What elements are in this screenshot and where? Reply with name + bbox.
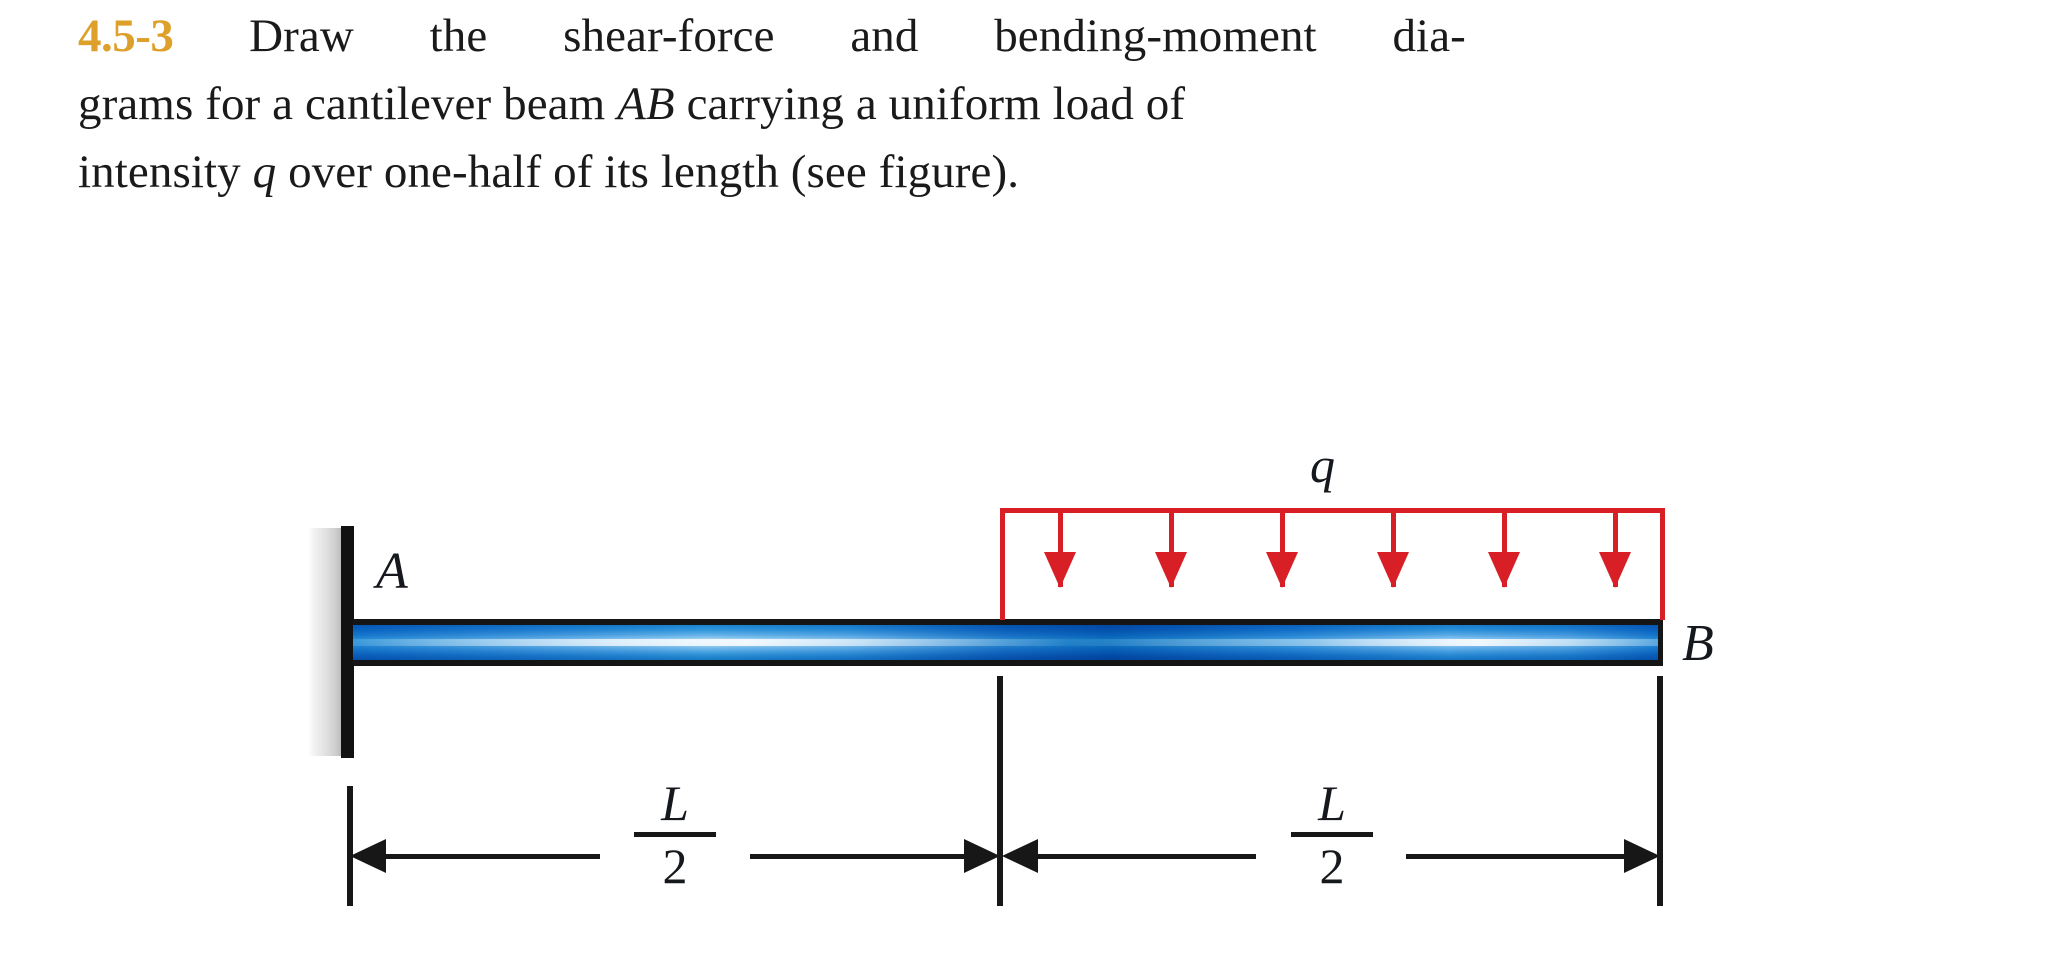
dimension-label-left: L 2: [620, 778, 730, 895]
problem-text-line-2: grams for a cantilever beam AB carrying …: [78, 70, 1466, 138]
dim-left-denominator: 2: [662, 838, 688, 894]
distributed-load-box: [1000, 508, 1665, 620]
problem-word-4: and: [850, 10, 919, 62]
load-arrowhead-1: [1044, 552, 1077, 588]
problem-word-2: the: [429, 10, 488, 62]
dim-left-numerator: L: [661, 775, 689, 831]
beam-symbol-AB: AB: [617, 78, 675, 130]
load-arrowhead-6: [1598, 552, 1631, 588]
load-arrowhead-3: [1266, 552, 1299, 588]
line2-post: carrying a uniform load of: [674, 78, 1186, 130]
dim-bar-left-b: [750, 854, 972, 859]
load-arrow-5: [1487, 511, 1520, 588]
load-arrowhead-2: [1155, 552, 1188, 588]
line2-pre: grams for a cantilever beam: [78, 78, 618, 130]
problem-word-1: Draw: [249, 10, 354, 62]
load-arrow-4: [1376, 511, 1409, 588]
beam-highlight: [353, 639, 1658, 646]
dim-bar-left-a: [378, 854, 600, 859]
dim-left-fraction-bar: [634, 832, 716, 837]
problem-text-line-1: 4.5-3 Draw the shear-force and bending-m…: [78, 2, 1466, 70]
dim-right-numerator: L: [1318, 775, 1346, 831]
wall-hatching: [308, 528, 341, 756]
problem-word-5: bending-moment: [994, 10, 1317, 62]
label-point-a: A: [376, 543, 408, 600]
dim-right-denominator: 2: [1319, 838, 1345, 894]
load-arrow-1: [1044, 511, 1077, 588]
problem-statement: 4.5-3 Draw the shear-force and bending-m…: [78, 2, 1466, 206]
load-arrow-6: [1598, 511, 1631, 588]
problem-word-6: dia-: [1392, 10, 1466, 62]
line3-post: over one-half of its length (see figure)…: [276, 146, 1020, 198]
label-load-q: q: [1310, 437, 1335, 493]
load-arrow-2: [1155, 511, 1188, 588]
dim-arrowhead-right-2: [1624, 839, 1660, 873]
problem-text-line-3: intensity q over one-half of its length …: [78, 138, 1466, 206]
dim-bar-right-a: [1030, 854, 1256, 859]
problem-number: 4.5-3: [78, 10, 174, 62]
line3-pre: intensity: [78, 146, 253, 198]
dim-bar-right-b: [1406, 854, 1632, 859]
dim-right-fraction-bar: [1291, 832, 1373, 837]
problem-word-3: shear-force: [563, 10, 775, 62]
dim-arrowhead-right: [964, 839, 1000, 873]
load-arrowhead-4: [1376, 552, 1409, 588]
load-arrowhead-5: [1487, 552, 1520, 588]
load-arrow-3: [1266, 511, 1299, 588]
load-symbol-q: q: [252, 146, 277, 198]
beam-member: [353, 619, 1663, 666]
label-point-b: B: [1682, 615, 1714, 672]
dimension-label-right: L 2: [1277, 778, 1387, 895]
